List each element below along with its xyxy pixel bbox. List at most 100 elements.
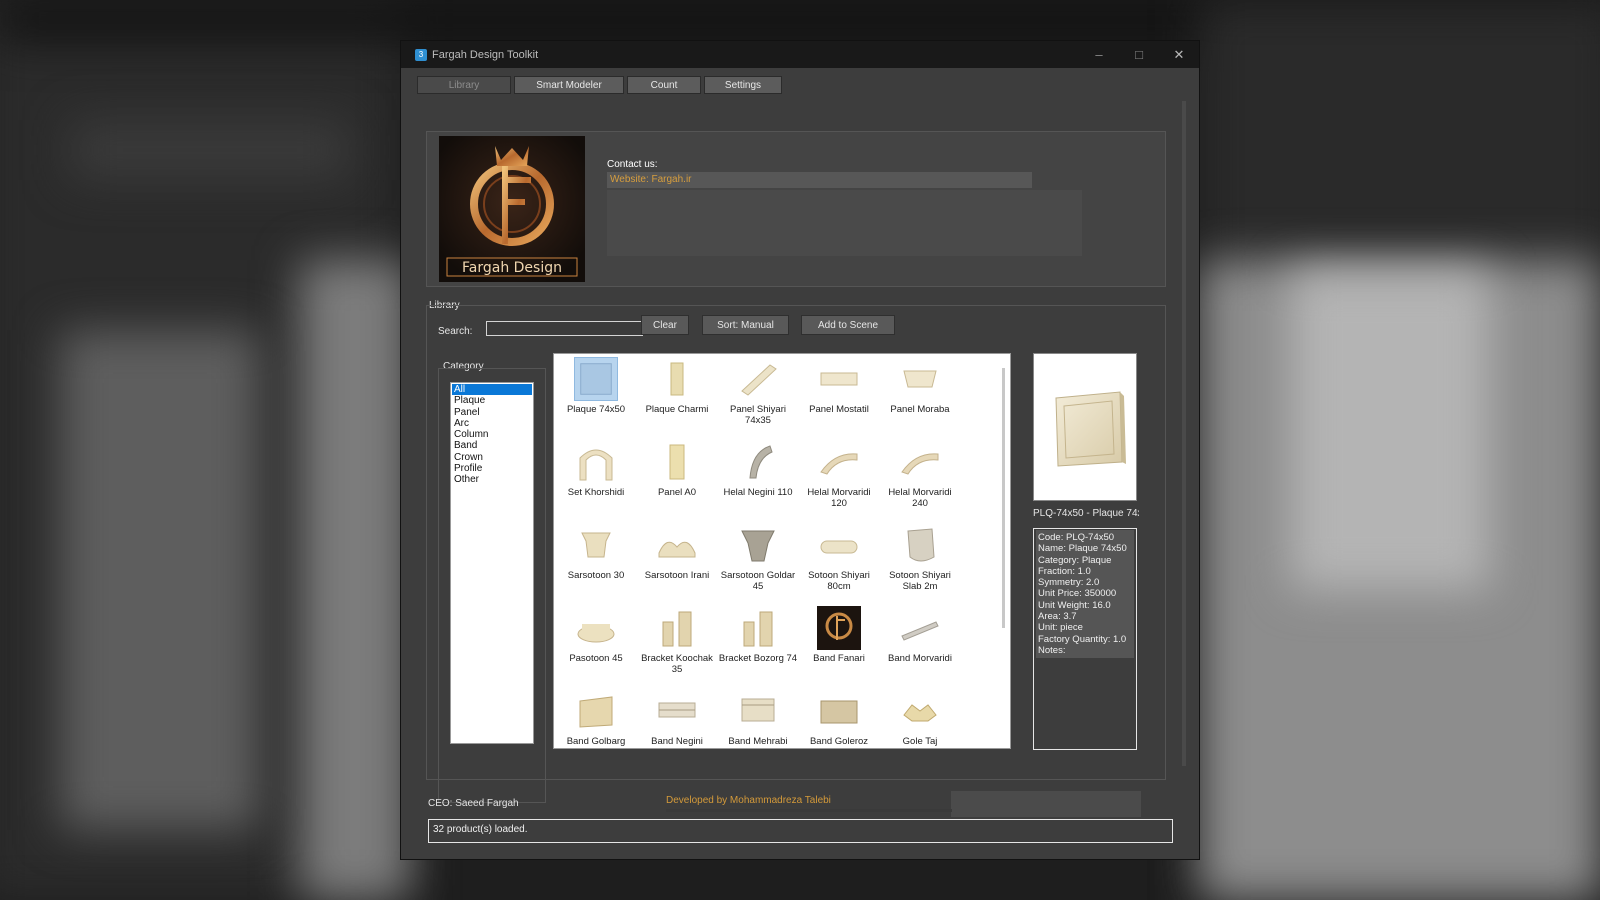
info-name: Name: Plaque 74x50 — [1038, 543, 1127, 555]
product-tile[interactable]: Sarsotoon Goldar 45 — [718, 520, 798, 600]
product-tile[interactable]: Band Mehrabi — [718, 686, 798, 748]
ceo-label: CEO: Saeed Fargah — [428, 798, 519, 809]
product-tile[interactable]: Bracket Koochak 35 — [637, 603, 717, 683]
product-thumbnail[interactable] — [898, 357, 942, 401]
minimize-button[interactable]: – — [1079, 41, 1119, 68]
product-thumbnail[interactable] — [817, 357, 861, 401]
tab-settings[interactable]: Settings — [704, 76, 782, 94]
category-item-crown[interactable]: Crown — [452, 452, 532, 463]
category-item-other[interactable]: Other — [452, 474, 532, 485]
product-tile[interactable]: Set Khorshidi — [556, 437, 636, 517]
product-thumbnail[interactable] — [736, 440, 780, 484]
product-tile[interactable]: Plaque 74x50 — [556, 354, 636, 434]
product-label: Sarsotoon Irani — [644, 570, 710, 581]
product-tile[interactable]: Sarsotoon Irani — [637, 520, 717, 600]
product-thumbnail[interactable] — [655, 440, 699, 484]
product-thumbnail[interactable] — [898, 606, 942, 650]
info-code: Code: PLQ-74x50 — [1038, 532, 1115, 543]
product-thumbnail[interactable] — [574, 606, 618, 650]
product-thumbnail[interactable] — [574, 689, 618, 733]
product-thumbnail[interactable] — [574, 523, 618, 567]
product-tile[interactable]: Panel Shiyari 74x35 — [718, 354, 798, 434]
search-label: Search: — [438, 326, 473, 337]
maximize-button[interactable]: □ — [1119, 41, 1159, 68]
product-thumbnail[interactable] — [817, 440, 861, 484]
toolkit-window: 3 Fargah Design Toolkit – □ ✕ Library Sm… — [400, 40, 1200, 860]
category-item-plaque[interactable]: Plaque — [452, 395, 532, 406]
product-label: Panel Shiyari 74x35 — [730, 404, 786, 426]
product-thumbnail[interactable] — [736, 523, 780, 567]
product-thumbnail[interactable] — [817, 689, 861, 733]
logo-text: Fargah Design — [462, 260, 562, 276]
status-bar: 32 product(s) loaded. — [428, 819, 1173, 843]
category-item-profile[interactable]: Profile — [452, 463, 532, 474]
product-tile[interactable]: Sotoon Shiyari Slab 2m — [880, 520, 960, 600]
tab-library[interactable]: Library — [417, 76, 511, 94]
product-label: Sarsotoon 30 — [567, 570, 625, 581]
info-unit-price: Unit Price: 350000 — [1038, 588, 1117, 600]
product-tile[interactable]: Pasotoon 45 — [556, 603, 636, 683]
product-thumbnail[interactable] — [655, 523, 699, 567]
footer-panel — [951, 791, 1141, 817]
product-grid[interactable]: Plaque 74x50 Plaque Charmi Panel Shiyari 7… — [553, 353, 1011, 749]
product-tile[interactable]: Panel Moraba — [880, 354, 960, 434]
product-thumbnail[interactable] — [574, 357, 618, 401]
product-tile[interactable]: Helal Morvaridi 120 — [799, 437, 879, 517]
tab-smart-modeler[interactable]: Smart Modeler — [514, 76, 624, 94]
product-thumbnail[interactable] — [817, 606, 861, 650]
product-label: Bracket Bozorg 74 — [718, 653, 798, 664]
product-label: Band Fanari — [813, 653, 865, 664]
product-thumbnail[interactable] — [655, 357, 699, 401]
product-thumbnail[interactable] — [736, 606, 780, 650]
product-tile[interactable]: Panel Mostatil — [799, 354, 879, 434]
window-scrollbar[interactable] — [1182, 101, 1186, 766]
product-thumbnail[interactable] — [574, 440, 618, 484]
category-item-panel[interactable]: Panel — [452, 407, 532, 418]
website-link[interactable]: Website: Fargah.ir — [607, 172, 1032, 188]
clear-button[interactable]: Clear — [641, 315, 689, 335]
product-thumbnail[interactable] — [898, 440, 942, 484]
product-tile[interactable]: Helal Negini 110 — [718, 437, 798, 517]
tab-count[interactable]: Count — [627, 76, 701, 94]
product-thumbnail[interactable] — [817, 523, 861, 567]
product-tile[interactable]: Band Golbarg — [556, 686, 636, 748]
product-label: Set Khorshidi — [567, 487, 625, 498]
product-tile[interactable]: Sarsotoon 30 — [556, 520, 636, 600]
product-label: Helal Morvaridi 240 — [888, 487, 952, 509]
product-preview-image — [1033, 353, 1137, 501]
product-tile[interactable]: Panel A0 — [637, 437, 717, 517]
product-tile[interactable]: Plaque Charmi — [637, 354, 717, 434]
category-item-band[interactable]: Band — [452, 440, 532, 451]
product-tile[interactable]: Band Goleroz — [799, 686, 879, 748]
product-label: Band Negini — [651, 736, 703, 747]
product-label: Band Golbarg — [566, 736, 626, 747]
product-tile[interactable]: Helal Morvaridi 240 — [880, 437, 960, 517]
product-tile[interactable]: Bracket Bozorg 74 — [718, 603, 798, 683]
product-thumbnail[interactable] — [655, 689, 699, 733]
product-tile[interactable]: Sotoon Shiyari 80cm — [799, 520, 879, 600]
fargah-logo: Fargah Design — [439, 136, 585, 282]
product-grid-scrollbar[interactable] — [1002, 368, 1005, 628]
product-tile[interactable]: Gole Taj — [880, 686, 960, 748]
product-label: Sotoon Shiyari 80cm — [808, 570, 870, 592]
search-input[interactable] — [486, 321, 643, 336]
product-label: Plaque 74x50 — [566, 404, 626, 415]
category-item-arc[interactable]: Arc — [452, 418, 532, 429]
product-label: Plaque Charmi — [645, 404, 709, 415]
product-tile[interactable]: Band Morvaridi — [880, 603, 960, 683]
close-button[interactable]: ✕ — [1159, 41, 1199, 68]
product-thumbnail[interactable] — [736, 357, 780, 401]
category-list[interactable]: All Plaque Panel Arc Column Band Crown P… — [450, 382, 534, 744]
title-bar[interactable]: 3 Fargah Design Toolkit – □ ✕ — [401, 41, 1199, 68]
product-thumbnail[interactable] — [898, 689, 942, 733]
category-item-column[interactable]: Column — [452, 429, 532, 440]
product-tile[interactable]: Band Negini — [637, 686, 717, 748]
product-tile[interactable]: Band Fanari — [799, 603, 879, 683]
product-thumbnail[interactable] — [655, 606, 699, 650]
category-item-all[interactable]: All — [452, 384, 532, 396]
product-thumbnail[interactable] — [898, 523, 942, 567]
add-to-scene-button[interactable]: Add to Scene — [801, 315, 895, 335]
contact-details-box — [607, 190, 1082, 256]
sort-button[interactable]: Sort: Manual — [702, 315, 789, 335]
product-thumbnail[interactable] — [736, 689, 780, 733]
